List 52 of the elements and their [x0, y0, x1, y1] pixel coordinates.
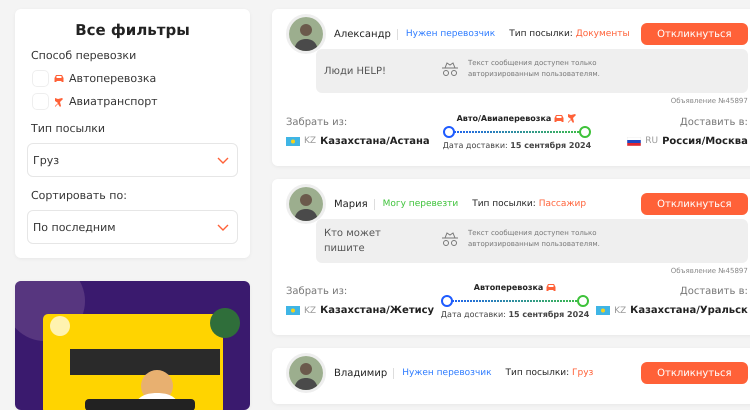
user-name: Мария: [334, 198, 375, 210]
country-code: RU: [645, 136, 658, 146]
role-label: Нужен перевозчик: [406, 29, 496, 39]
city-name: Казахстана/Астана: [320, 136, 430, 146]
parcel-type-select[interactable]: Груз: [27, 143, 238, 177]
option-label: Автоперевозка: [69, 72, 156, 85]
transport-type: Авто/Авиаперевозка: [456, 114, 552, 122]
field-label: Тип посылки: [31, 122, 106, 135]
transport-type: Автоперевозка: [474, 283, 544, 292]
respond-button[interactable]: Откликнуться: [640, 23, 748, 45]
role-label: Могу перевезти: [382, 199, 458, 209]
from-label: Забрать из:: [286, 116, 348, 128]
panel-title: Все фильтры: [74, 21, 191, 39]
country-code: KZ: [304, 306, 316, 316]
city-name: Казахстана/Жетису: [320, 305, 434, 316]
parcel-type: Тип посылки: Документы: [509, 29, 630, 39]
flag-icon: [627, 136, 642, 146]
option-label: Авиатранспорт: [69, 95, 158, 108]
to-label: Доставить в:: [680, 116, 748, 128]
respond-button[interactable]: Откликнуться: [640, 193, 748, 215]
country-code: KZ: [614, 306, 626, 316]
user-name: Владимир: [334, 368, 394, 378]
parcel-type: Тип посылки: Пассажир: [472, 199, 586, 209]
chevron-down-icon: [217, 224, 229, 230]
flag-icon: [596, 306, 610, 315]
city-name: Россия/Москва: [662, 136, 748, 146]
incognito-icon: [440, 61, 460, 77]
flag-icon: [286, 306, 300, 315]
avatar: [286, 353, 326, 393]
message-text: Кто может пишите: [324, 227, 381, 256]
chevron-down-icon: [217, 156, 229, 164]
incognito-icon: [440, 231, 460, 247]
delivery-date: Дата доставки: 15 сентября 2024: [440, 310, 590, 319]
parcel-type: Тип посылки: Груз: [506, 368, 594, 378]
role-label: Нужен перевозчик: [402, 368, 492, 378]
plane-icon: [54, 96, 64, 106]
to-label: Доставить в:: [680, 286, 748, 297]
user-name: Александр: [334, 28, 398, 40]
field-label: Способ перевозки: [31, 49, 138, 62]
car-icon: [54, 74, 64, 83]
car-icon: [546, 283, 556, 292]
from-label: Забрать из:: [286, 286, 348, 297]
country-code: KZ: [304, 136, 316, 146]
city-name: Казахстана/Уральск: [630, 305, 748, 316]
plane-icon: [567, 113, 578, 123]
field-label: Сортировать по:: [31, 189, 128, 202]
message-text: Люди HELP!: [324, 64, 386, 78]
sort-select[interactable]: По последним: [27, 210, 238, 244]
car-icon: [554, 114, 564, 122]
respond-button[interactable]: Откликнуться: [640, 362, 748, 384]
delivery-date: Дата доставки: 15 сентября 2024: [442, 141, 592, 150]
flag-icon: [286, 136, 300, 146]
